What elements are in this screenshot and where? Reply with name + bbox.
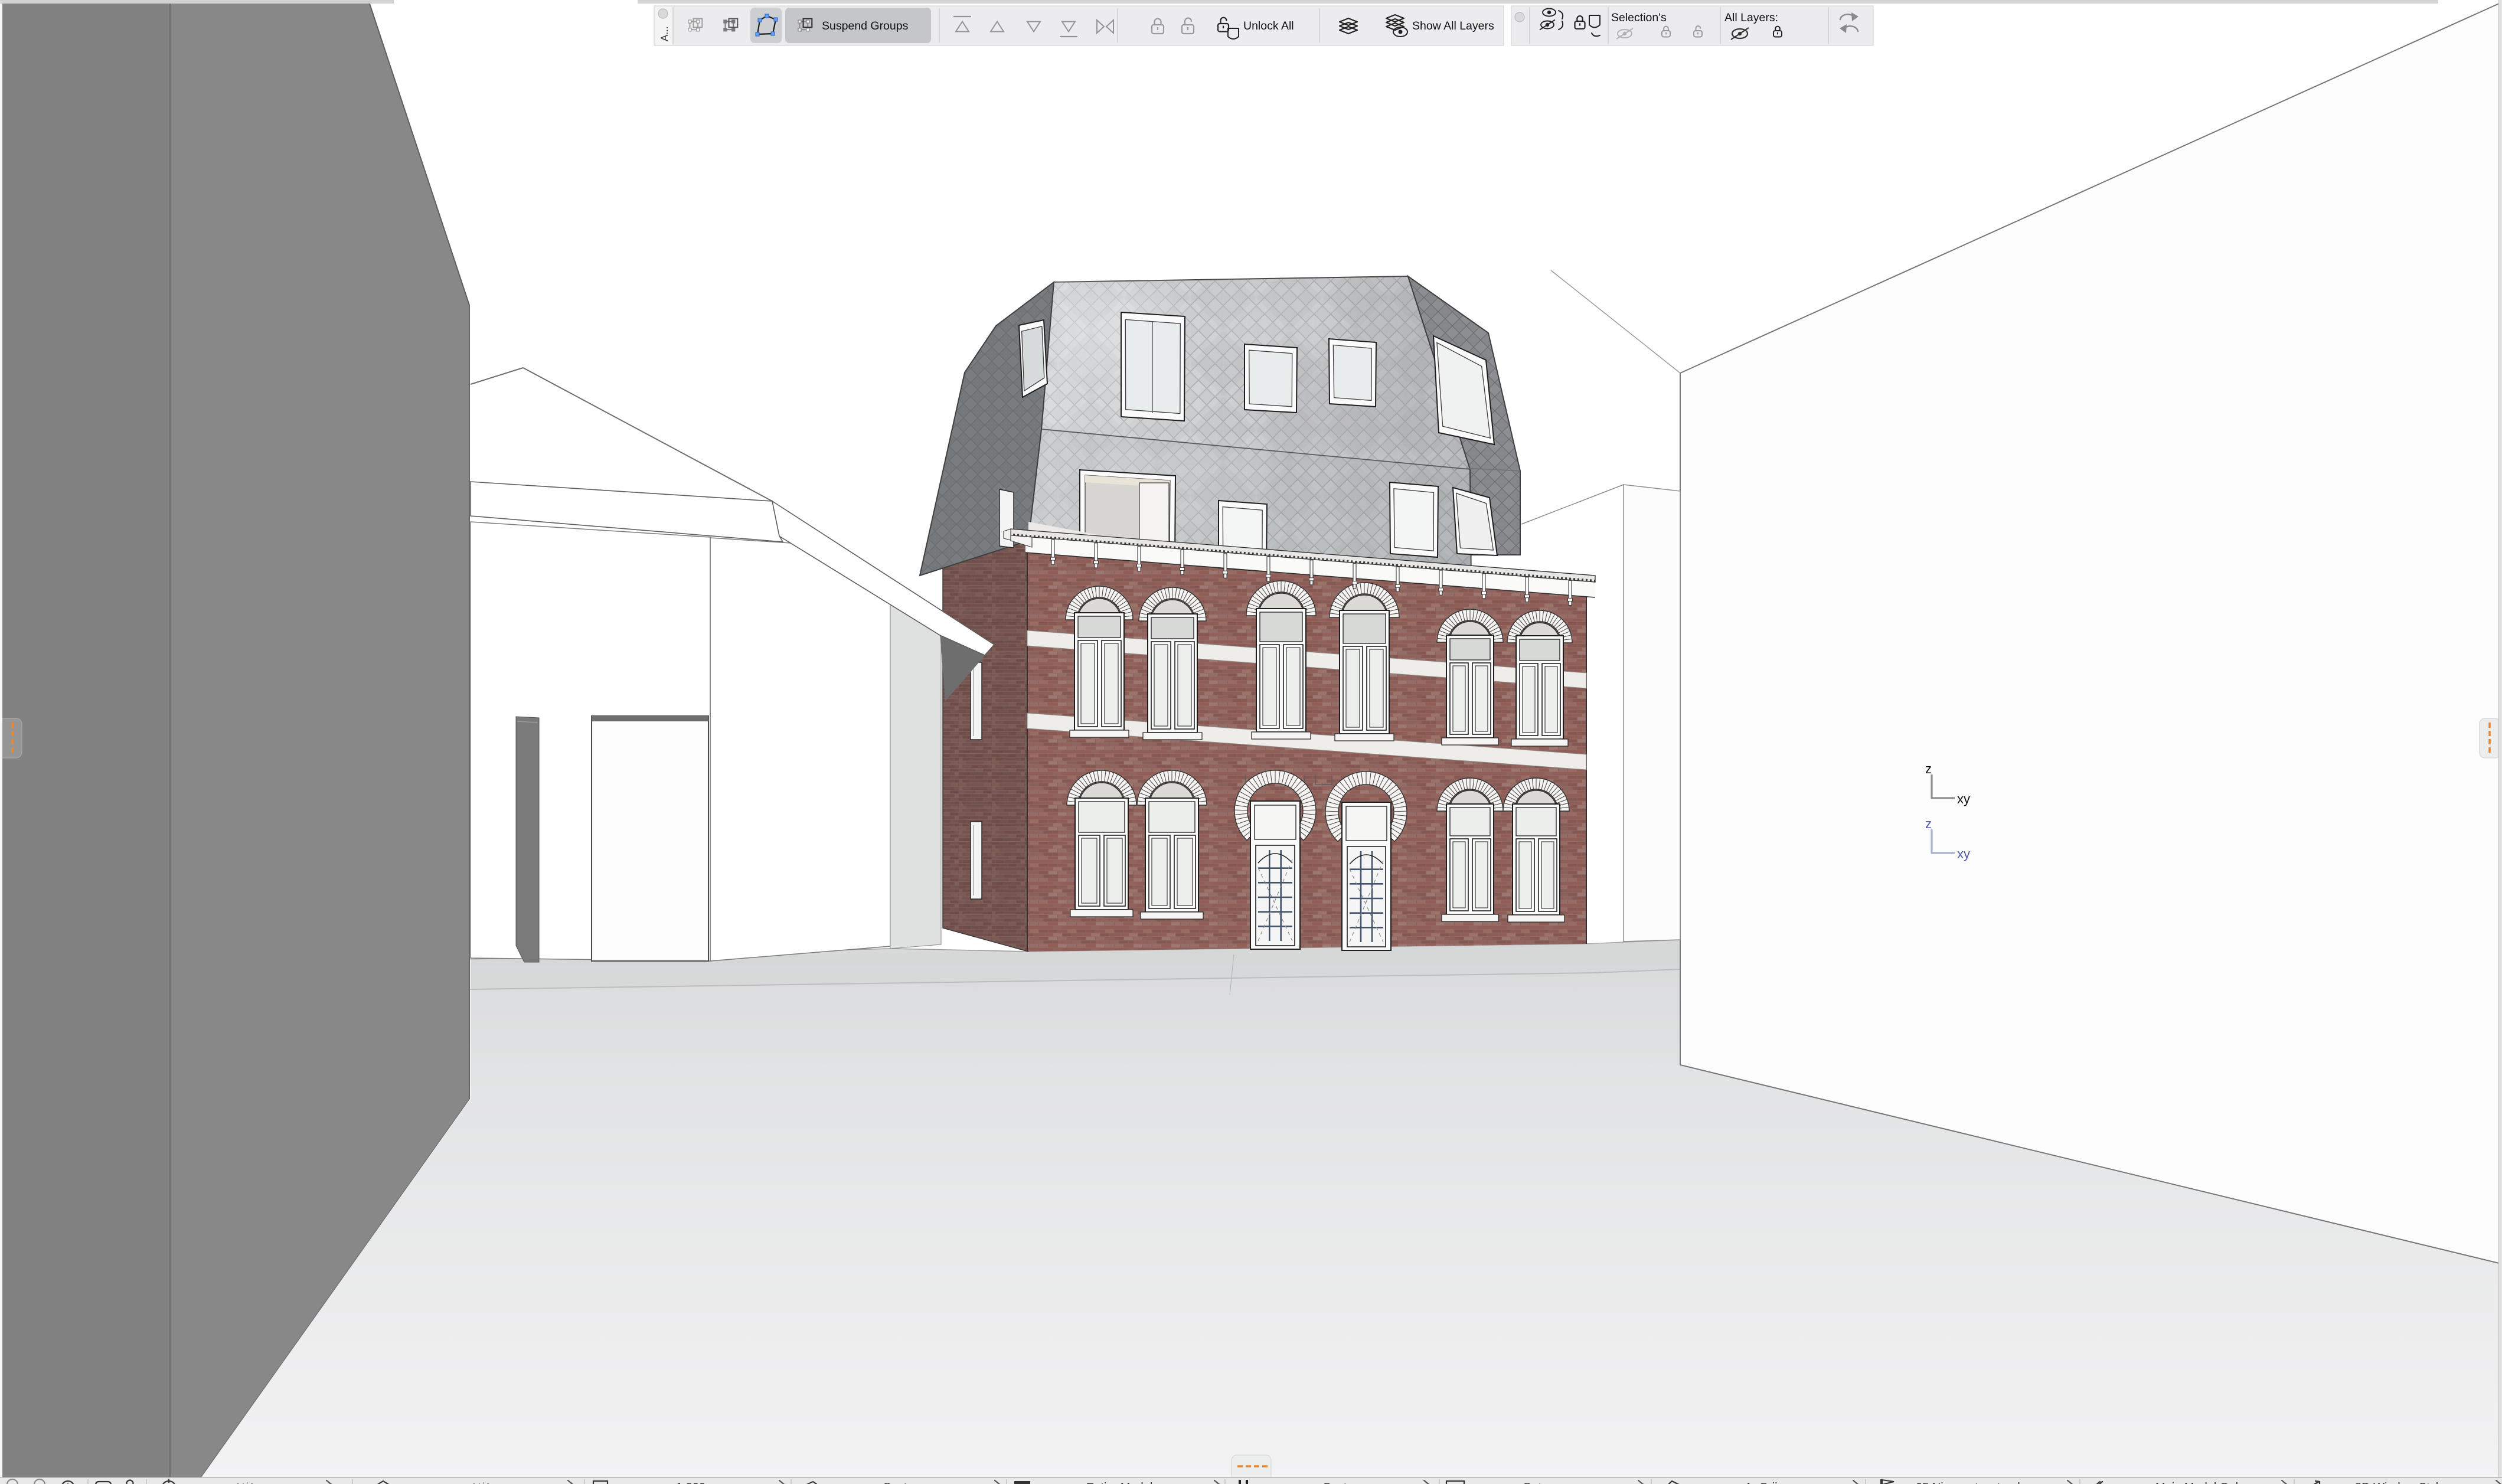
svg-text:A. Grijs: A. Grijs — [1745, 1481, 1784, 1484]
svg-text:Selection's: Selection's — [1611, 11, 1667, 24]
svg-text:A...: A... — [659, 26, 670, 41]
svg-text:1:200: 1:200 — [676, 1481, 705, 1484]
svg-text:Ontwerp: Ontwerp — [1523, 1481, 1567, 1484]
svg-text:Show All Layers: Show All Layers — [1412, 19, 1494, 32]
svg-text:z: z — [1925, 761, 1932, 776]
svg-text:3D Window Style: 3D Window Style — [2355, 1481, 2445, 1484]
svg-text:Custom: Custom — [1322, 1481, 1363, 1484]
svg-text:Suspend Groups: Suspend Groups — [822, 19, 909, 32]
svg-text:Custom: Custom — [883, 1481, 923, 1484]
svg-text:N/A: N/A — [236, 1481, 256, 1484]
svg-text:05 Nieuwe toestand: 05 Nieuwe toestand — [1916, 1481, 2020, 1484]
svg-text:z: z — [1925, 816, 1932, 831]
svg-text:xy: xy — [1957, 846, 1970, 861]
svg-text:xy: xy — [1957, 792, 1970, 806]
svg-text:Entire Model: Entire Model — [1086, 1481, 1152, 1484]
svg-text:All Layers:: All Layers: — [1724, 11, 1778, 24]
svg-text:Unlock All: Unlock All — [1243, 19, 1294, 32]
svg-text:Main Model Only: Main Model Only — [2155, 1481, 2244, 1484]
svg-text:N/A: N/A — [472, 1481, 492, 1484]
